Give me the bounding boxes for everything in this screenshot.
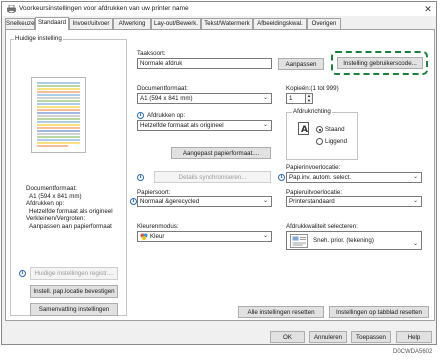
print-quality-select[interactable]: Sneh. prior. (tekening) ⌄ [286, 231, 422, 250]
print-quality-label: Afdrukkwaliteit selecteren: [286, 223, 358, 230]
chevron-down-icon: ⌄ [262, 233, 268, 239]
job-type-label: Taaksoort: [137, 50, 166, 57]
color-mode-label: Kleurenmodus: [137, 223, 179, 230]
print-on-label: Afdrukken op: [147, 112, 186, 119]
paper-type-value: Normaal &gerecycled [140, 198, 200, 205]
image-caption: D0CWDA5602 [393, 349, 433, 355]
job-type-select[interactable]: Normale afdruk [137, 58, 272, 69]
orientation-legend: Afdrukrichting [292, 108, 332, 115]
input-tray-value: Pap.inv. autom. select. [289, 174, 352, 181]
print-on-value: Hetzelfde formaat als origineel [140, 122, 224, 129]
copies-label: Kopieën:(1 tot 999) [286, 85, 339, 92]
adjust-job-type-button[interactable]: Aanpassen [278, 58, 324, 70]
print-quality-value: Sneh. prior. (tekening) [313, 237, 374, 244]
landscape-label: Liggend [325, 138, 348, 145]
tab-tekst-watermerk[interactable]: Tekst/Watermerk [201, 18, 253, 29]
summary-line: Aanpassen aan papierformaat [29, 222, 112, 230]
paper-preview-lines [37, 82, 80, 147]
tab-afwerking[interactable]: Afwerking [113, 18, 151, 29]
color-mode-value: Kleur [150, 233, 165, 240]
window-title: Voorkeursinstellingen voor afdrukken van… [19, 5, 189, 12]
info-icon: i [137, 112, 144, 119]
document-size-select[interactable]: A1 (594 x 841 mm) ⌄ [137, 93, 272, 104]
confirm-paper-position-button[interactable]: Instell. pap.locatie bevestigen [30, 285, 118, 298]
copies-input[interactable]: 1 [286, 93, 306, 104]
job-type-value: Normale afdruk [140, 60, 183, 67]
standaard-tab-panel: Huidige instelling Documentformaat: A1 (… [5, 29, 435, 321]
summary-line: Afdrukken op: [26, 200, 65, 208]
info-icon: i [278, 174, 285, 181]
help-button[interactable]: Help [396, 331, 432, 343]
output-tray-select[interactable]: Printerstandaard ⌄ [286, 196, 422, 207]
close-icon[interactable]: ✕ [422, 3, 434, 15]
tab-invoer-uitvoer[interactable]: Invoer/uitvoer [69, 18, 113, 29]
input-tray-label: Papierinvoerlocatie: [286, 164, 341, 171]
print-quality-icon [290, 234, 308, 248]
color-mode-select[interactable]: Kleur ⌄ [137, 231, 272, 242]
info-icon: i [19, 270, 26, 277]
chevron-down-icon: ⌄ [262, 122, 268, 128]
tab-standaard[interactable]: Standaard [35, 17, 69, 30]
landscape-radio[interactable] [316, 138, 323, 145]
document-size-value: A1 (594 x 841 mm) [140, 95, 193, 102]
copies-value: 1 [289, 95, 293, 102]
settings-summary-button[interactable]: Samenvatting instellingen [30, 303, 118, 316]
output-tray-label: Papieruitvoerlocatie: [286, 189, 343, 196]
paper-type-select[interactable]: Normaal &gerecycled ⌄ [137, 196, 272, 207]
tab-bar: Snelkeuzes Standaard Invoer/uitvoer Afwe… [5, 17, 435, 30]
portrait-radio[interactable] [316, 126, 323, 133]
cancel-button[interactable]: Annuleren [309, 331, 347, 343]
user-code-settings-button[interactable]: Instelling gebruikerscode... [337, 57, 423, 69]
sync-details-button[interactable]: Details synchroniseren... [154, 171, 271, 183]
chevron-down-icon: ⌄ [412, 198, 418, 204]
apply-button[interactable]: Toepassen [351, 331, 391, 343]
output-tray-value: Printerstandaard [289, 198, 335, 205]
chevron-down-icon: ⌄ [412, 241, 418, 247]
title-bar: Voorkeursinstellingen voor afdrukken van… [2, 2, 436, 16]
tab-overigen[interactable]: Overigen [307, 18, 341, 29]
chevron-down-icon: ⌄ [412, 174, 418, 180]
document-size-label: Documentformaat: [137, 85, 188, 92]
svg-text:A: A [301, 125, 308, 135]
ok-button[interactable]: OK [270, 331, 305, 343]
info-icon: i [137, 174, 144, 181]
portrait-label: Staand [325, 126, 345, 133]
custom-paper-size-button[interactable]: Aangepast papierformaat.... [171, 147, 271, 159]
portrait-page-icon: A [298, 122, 309, 135]
color-palette-icon [140, 233, 148, 240]
orientation-group [286, 112, 358, 160]
info-icon: i [130, 198, 137, 205]
summary-line: A1 (594 x 841 mm) [29, 192, 82, 200]
printing-preferences-window: Voorkeursinstellingen voor afdrukken van… [1, 1, 437, 345]
summary-line: Verkleinen/Vergroten: [26, 215, 86, 223]
copies-stepper[interactable]: ▲ ▼ [306, 93, 313, 104]
radio-dot [318, 128, 321, 131]
chevron-down-icon: ⌄ [262, 198, 268, 204]
chevron-down-icon: ⌄ [262, 95, 268, 101]
tab-snelkeuzes[interactable]: Snelkeuzes [5, 18, 38, 29]
reset-all-settings-button[interactable]: Alle instellingen resetten [238, 306, 324, 318]
input-tray-select[interactable]: Pap.inv. autom. select. ⌄ [286, 172, 422, 183]
current-setting-legend: Huidige instelling [14, 35, 63, 42]
print-on-select[interactable]: Hetzelfde formaat als origineel ⌄ [137, 120, 272, 131]
paper-preview [31, 77, 86, 153]
printer-icon [7, 5, 16, 13]
current-setting-summary: Documentformaat: A1 (594 x 841 mm) Afdru… [26, 185, 126, 231]
tab-layout-bewerk[interactable]: Lay-out/Bewerk. [151, 18, 201, 29]
summary-line: Hetzelfde formaat als origineel [29, 207, 113, 215]
tab-afbeeldingskwal[interactable]: Afbeeldingskwal. [253, 18, 307, 29]
register-current-settings-button[interactable]: Huidige instellingen registr.... [30, 267, 118, 280]
summary-line: Documentformaat: [26, 185, 77, 192]
paper-type-label: Papiersoort: [137, 189, 171, 196]
reset-tab-settings-button[interactable]: Instellingen op tabblad resetten [329, 306, 429, 318]
